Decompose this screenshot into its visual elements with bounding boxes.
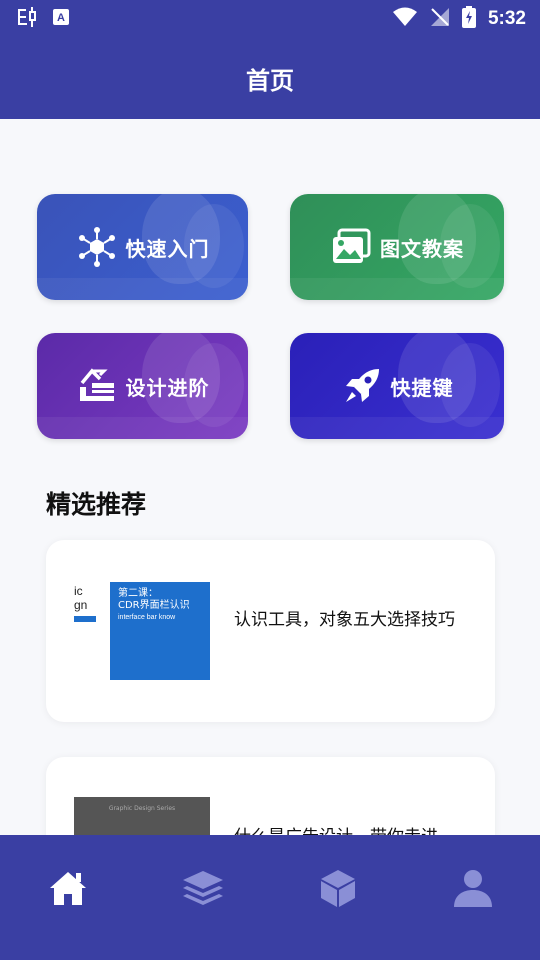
recommend-card[interactable]: ic gn 第二课： CDR界面栏认识 interface bar know 认… [46, 540, 495, 722]
tile-quick-start[interactable]: 快速入门 [37, 194, 248, 300]
cube-icon [318, 868, 358, 912]
battery-charging-icon [461, 6, 476, 32]
tile-shortcuts[interactable]: 快捷键 [290, 333, 504, 439]
card-thumbnail: Graphic Design Series [74, 797, 210, 835]
tile-label: 图文教案 [380, 236, 464, 261]
stairs-up-icon [76, 365, 118, 407]
nav-profile[interactable] [443, 865, 503, 915]
tile-label: 快捷键 [390, 375, 454, 400]
tile-advanced-design[interactable]: 设计进阶 [37, 333, 248, 439]
nav-layers[interactable] [173, 865, 233, 915]
nav-cube[interactable] [308, 865, 368, 915]
page-title: 首页 [246, 67, 294, 95]
nav-home[interactable] [38, 865, 98, 915]
bottom-nav [0, 835, 540, 960]
app-header: 首页 [0, 38, 540, 119]
thumb-right-panel: 第二课： CDR界面栏认识 interface bar know [110, 582, 210, 680]
rocket-icon [341, 365, 383, 407]
card-title: 什么是广告设计，带你走进 [234, 827, 464, 835]
status-bar: A 5:32 [0, 0, 540, 38]
card-title: 认识工具，对象五大选择技巧 [234, 610, 455, 630]
status-time: 5:32 [487, 8, 526, 29]
tile-label: 设计进阶 [125, 375, 210, 400]
home-icon [48, 868, 88, 912]
main-content: 快速入门 图文教案 设计进阶 快捷键 精选推荐 ic gn 第二课： CDR界面… [0, 119, 540, 835]
card-thumbnail: ic gn 第二课： CDR界面栏认识 interface bar know [74, 580, 210, 680]
section-title: 精选推荐 [46, 490, 147, 519]
svg-text:A: A [57, 12, 65, 24]
bug-app-icon [14, 5, 40, 33]
tile-illustrated-lessons[interactable]: 图文教案 [290, 194, 504, 300]
hexagon-network-icon [76, 226, 118, 268]
layers-icon [181, 868, 225, 912]
a-translate-icon: A [52, 8, 70, 30]
thumb-left-panel: ic gn [74, 580, 110, 680]
user-icon [452, 867, 494, 913]
wifi-icon [392, 7, 418, 31]
images-icon [330, 226, 372, 268]
recommend-card[interactable]: Graphic Design Series 什么是广告设计，带你走进 [46, 757, 495, 835]
no-signal-icon [430, 7, 450, 31]
tile-label: 快速入门 [125, 236, 210, 261]
